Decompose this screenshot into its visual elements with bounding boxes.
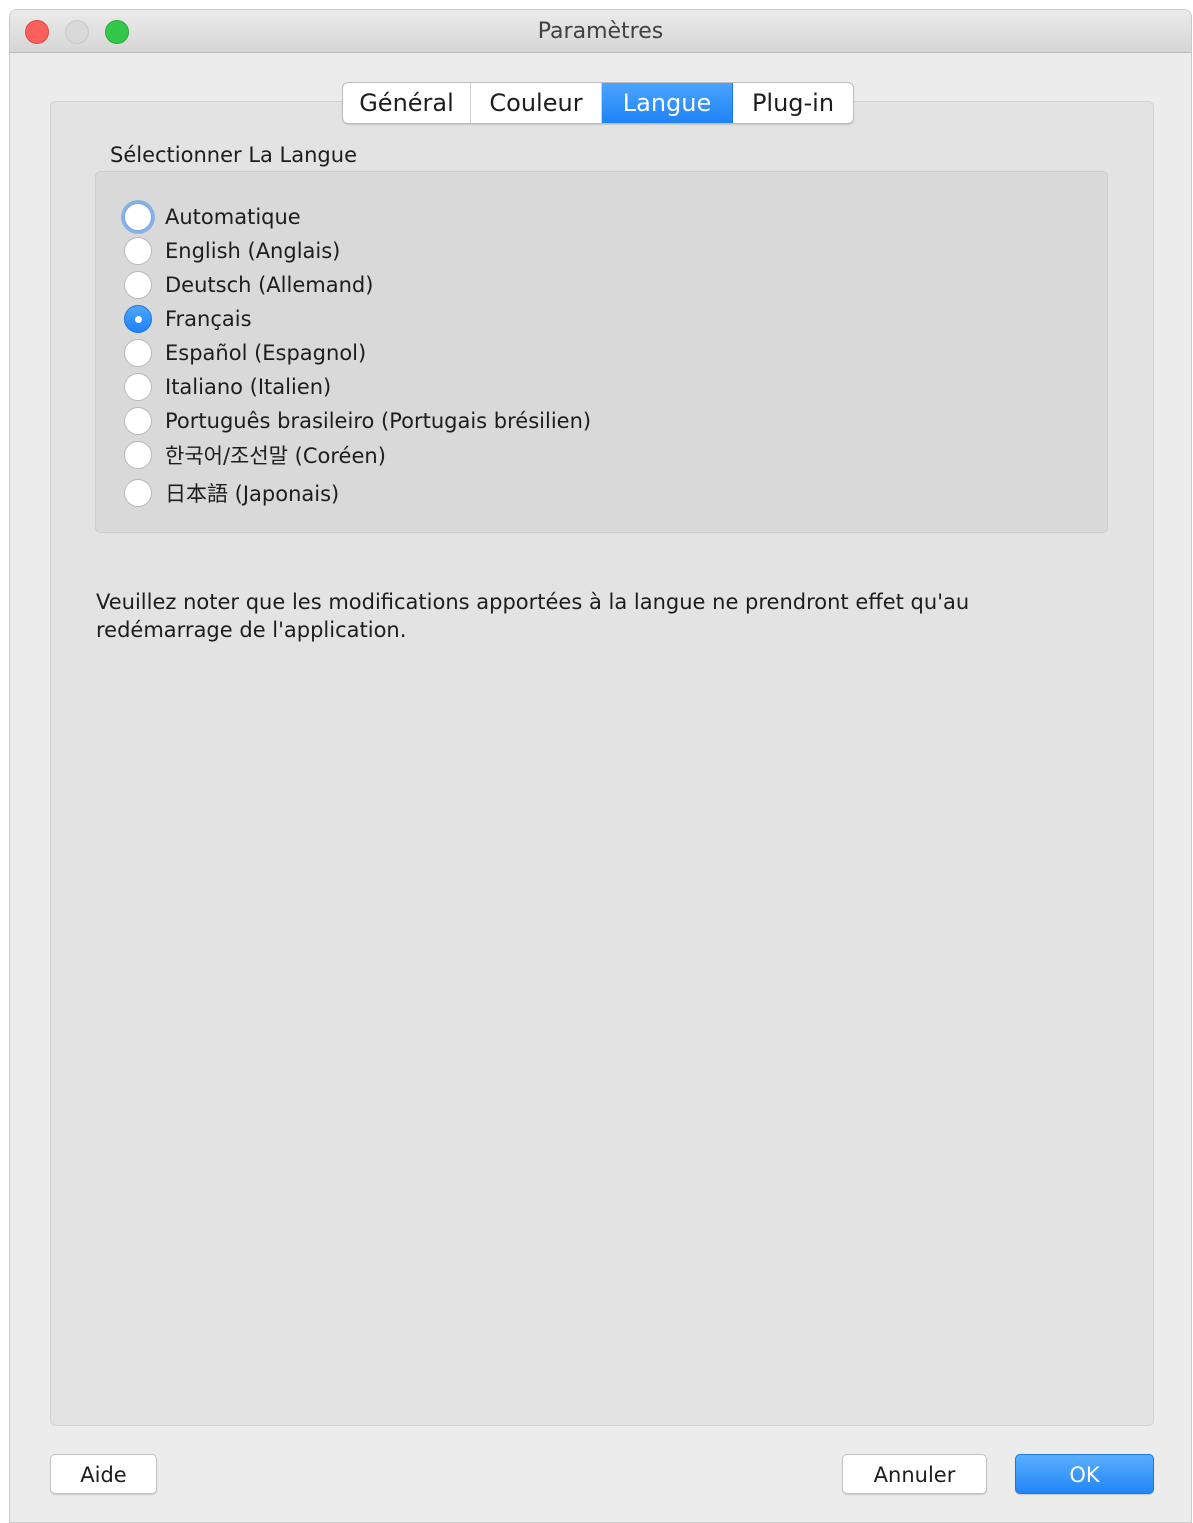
radio-button-icon[interactable] (124, 237, 152, 265)
language-option-japanese[interactable]: 日本語 (Japonais) (124, 476, 339, 510)
tab-langue[interactable]: Langue (602, 83, 733, 123)
tab-plug-in[interactable]: Plug-in (733, 83, 853, 123)
restart-note: Veuillez noter que les modifications app… (96, 590, 970, 642)
language-option-label: English (Anglais) (165, 239, 341, 263)
language-option-label: Italiano (Italien) (165, 375, 332, 399)
radio-button-icon[interactable] (124, 373, 152, 401)
language-option-automatique[interactable]: Automatique (124, 200, 301, 234)
language-option-label: 日本語 (Japonais) (165, 482, 340, 506)
title-bar[interactable]: Paramètres (10, 10, 1191, 53)
help-button[interactable]: Aide (50, 1454, 157, 1494)
language-option-francais[interactable]: Français (124, 302, 252, 336)
language-option-label: 한국어/조선말 (Coréen) (165, 444, 386, 468)
language-group-label: Sélectionner La Langue (110, 143, 357, 167)
language-option-korean[interactable]: 한국어/조선말 (Coréen) (124, 438, 386, 472)
radio-button-selected-icon[interactable] (124, 305, 152, 333)
language-option-deutsch[interactable]: Deutsch (Allemand) (124, 268, 373, 302)
language-option-label: Português brasileiro (Portugais brésilie… (165, 409, 592, 433)
radio-button-icon[interactable] (124, 271, 152, 299)
language-option-label: Automatique (165, 205, 301, 229)
language-option-italiano[interactable]: Italiano (Italien) (124, 370, 331, 404)
language-option-espanol[interactable]: Español (Espagnol) (124, 336, 366, 370)
radio-button-icon[interactable] (124, 339, 152, 367)
settings-window: Paramètres Général Couleur Langue Plug-i… (9, 9, 1192, 1523)
language-option-portugues[interactable]: Português brasileiro (Portugais brésilie… (124, 404, 591, 438)
radio-button-icon[interactable] (124, 407, 152, 435)
ok-button[interactable]: OK (1015, 1454, 1154, 1494)
tab-couleur[interactable]: Couleur (471, 83, 602, 123)
tab-general[interactable]: Général (343, 83, 471, 123)
radio-button-icon[interactable] (124, 441, 152, 469)
window-title: Paramètres (537, 19, 664, 44)
language-option-label: Deutsch (Allemand) (165, 273, 374, 297)
language-option-english[interactable]: English (Anglais) (124, 234, 340, 268)
tab-bar: Général Couleur Langue Plug-in (342, 82, 854, 124)
language-option-label: Español (Espagnol) (165, 341, 367, 365)
radio-button-icon[interactable] (124, 479, 152, 507)
language-option-label: Français (165, 307, 252, 331)
cancel-button[interactable]: Annuler (842, 1454, 987, 1494)
radio-button-icon[interactable] (124, 203, 152, 231)
